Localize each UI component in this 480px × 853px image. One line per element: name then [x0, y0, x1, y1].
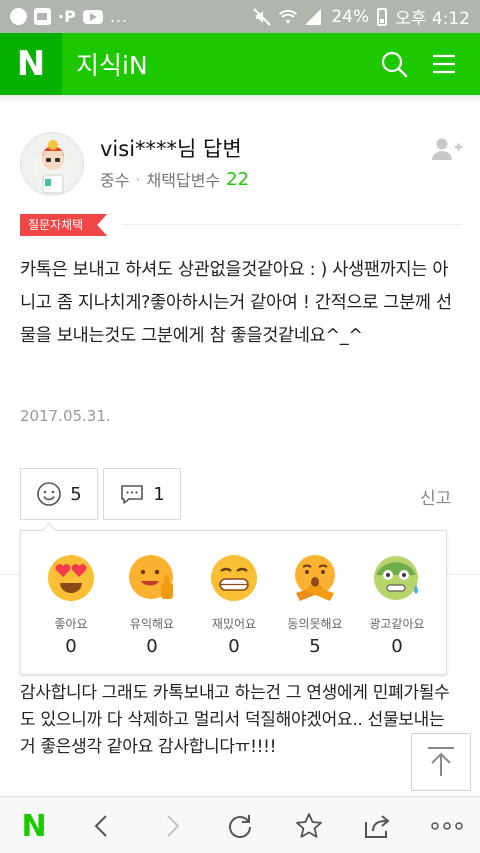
comment-bubble-icon	[121, 485, 144, 504]
adopted-label: 채택답변수	[146, 171, 221, 190]
app-header: N 지식iN	[0, 33, 480, 95]
image-notification-icon	[34, 8, 51, 25]
add-friend-icon[interactable]	[432, 138, 462, 160]
youtube-notification-icon	[82, 9, 103, 24]
grin-face-icon	[211, 555, 257, 601]
battery-percent: 24%	[331, 6, 370, 27]
emotion-like[interactable]: 좋아요 0	[31, 553, 111, 657]
adopted-count: 22	[226, 168, 250, 190]
bookmark-button[interactable]	[292, 809, 326, 843]
p-notification-icon: ·P	[58, 7, 76, 26]
share-icon	[365, 815, 390, 838]
emotion-value: 0	[146, 636, 158, 657]
thumbs-up-face-icon	[129, 555, 173, 599]
comment-button[interactable]: 1	[103, 468, 181, 520]
adopted-badge: 질문자채택	[20, 214, 107, 236]
emotion-label: 좋아요	[54, 617, 88, 631]
comment-count: 1	[153, 483, 165, 505]
emotion-count: 5	[70, 483, 82, 505]
emotion-button[interactable]: 5	[20, 468, 98, 520]
emotion-fun[interactable]: 재밌어요 0	[194, 553, 274, 657]
bookmark-star-icon	[296, 813, 322, 838]
emotion-value: 5	[309, 636, 321, 657]
meta-separator: ·	[135, 169, 141, 189]
emotion-ad[interactable]: 광고같아요 0	[357, 553, 437, 657]
more-notifications: ...	[109, 7, 129, 26]
badge-divider	[122, 224, 462, 225]
battery-icon	[377, 7, 388, 26]
sick-face-icon	[374, 556, 418, 600]
back-icon	[94, 815, 107, 837]
scroll-to-top-button[interactable]	[411, 733, 471, 791]
emotion-useful[interactable]: 유익해요 0	[112, 553, 192, 657]
more-icon	[431, 822, 463, 830]
naver-logo: N	[16, 44, 46, 84]
app-notification-icon	[10, 8, 27, 25]
author-rank: 중수	[100, 171, 130, 190]
more-button[interactable]	[428, 809, 466, 843]
forward-icon	[167, 815, 180, 837]
page-title[interactable]: 지식iN	[76, 46, 148, 82]
emotion-label: 재밌어요	[211, 617, 257, 631]
smile-icon	[37, 482, 62, 506]
avatar[interactable]	[20, 132, 84, 196]
share-button[interactable]	[360, 809, 394, 843]
report-link[interactable]: 신고	[420, 484, 451, 509]
naver-logo-small: N	[21, 808, 47, 844]
refresh-icon	[229, 815, 251, 838]
menu-icon[interactable]	[430, 50, 458, 78]
signal-icon	[305, 8, 322, 25]
naver-home-tab[interactable]: N	[17, 808, 51, 844]
profile-character-icon	[33, 140, 73, 194]
emotion-disagree[interactable]: 동의못해요 5	[275, 553, 355, 657]
answer-author[interactable]: visi****님 답변	[100, 133, 242, 163]
bottom-toolbar: N	[0, 796, 480, 853]
naver-home-button[interactable]: N	[0, 33, 62, 95]
emotion-label: 동의못해요	[287, 617, 343, 631]
crossed-arms-face-icon	[295, 555, 335, 601]
author-meta: 중수 · 채택답변수 22	[100, 167, 249, 191]
comment-body: 감사합니다 그래도 카톡보내고 하는건 그 연생에게 민폐가될수도 있으니까 다…	[20, 683, 450, 757]
emotion-value: 0	[65, 636, 77, 657]
mute-icon	[253, 7, 272, 26]
emotion-label: 광고같아요	[369, 617, 425, 631]
header-shadow	[0, 95, 480, 103]
refresh-button[interactable]	[223, 809, 257, 843]
emotion-label: 유익해요	[129, 617, 175, 631]
emotion-panel: 좋아요 0 유익해요 0 재밌어요 0 동의못해요 5 광고같아요 0	[20, 530, 447, 675]
answer-date: 2017.05.31.	[20, 407, 111, 425]
status-bar: ·P ... 24% 오후 4:12	[0, 0, 480, 33]
heart-eyes-icon	[48, 555, 94, 601]
forward-button[interactable]	[155, 809, 189, 843]
back-button[interactable]	[85, 809, 119, 843]
search-icon[interactable]	[380, 50, 408, 78]
clock: 오후 4:12	[395, 9, 470, 29]
arrow-up-icon	[428, 747, 454, 776]
emotion-value: 0	[391, 636, 403, 657]
wifi-icon	[279, 9, 298, 24]
answer-body: 카톡은 보내고 하셔도 상관없을것같아요 : ) 사생팬까지는 아니고 좀 지나…	[20, 260, 452, 346]
emotion-value: 0	[228, 636, 240, 657]
